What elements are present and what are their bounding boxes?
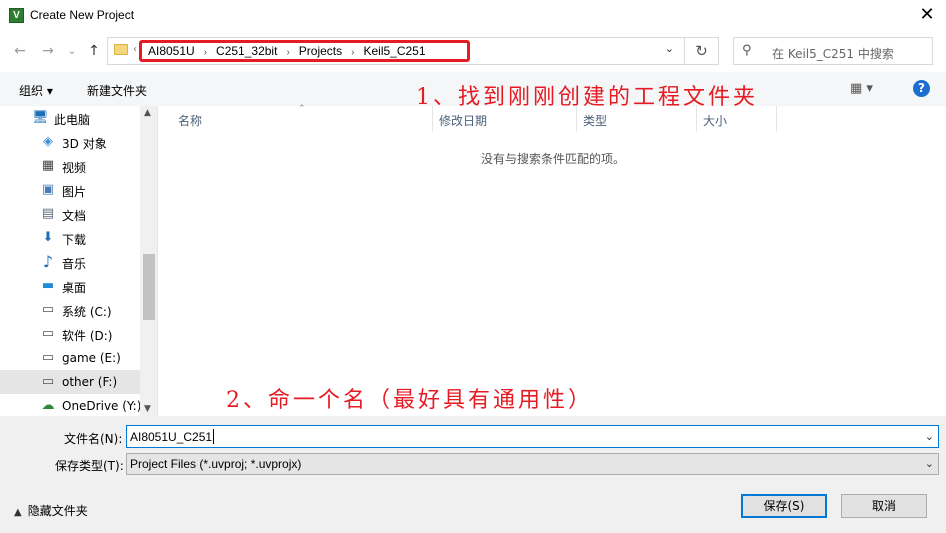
search-box[interactable]: ⚲ 在 Keil5_C251 中搜索 bbox=[733, 37, 933, 65]
sidebar-item-label: 图片 bbox=[62, 185, 87, 199]
documents-icon: ▤ bbox=[41, 206, 55, 221]
back-arrow-icon[interactable]: ← bbox=[10, 41, 30, 61]
sidebar-item-drive-d[interactable]: ▭ 软件 (D:) bbox=[0, 322, 140, 346]
file-list: ⌃ 名称 修改日期 类型 大小 没有与搜索条件匹配的项。 bbox=[158, 104, 946, 416]
sidebar-item-label: 3D 对象 bbox=[62, 137, 107, 151]
sidebar-item-this-pc[interactable]: 🖥 此电脑 bbox=[0, 106, 140, 130]
sidebar-item-desktop[interactable]: ▬ 桌面 bbox=[0, 274, 140, 298]
sidebar-item-label: 软件 (D:) bbox=[62, 329, 113, 343]
download-icon: ⬇ bbox=[42, 230, 54, 245]
sidebar-item-label: 文档 bbox=[62, 209, 87, 223]
filetype-select[interactable]: Project Files (*.uvproj; *.uvprojx) ⌄ bbox=[126, 453, 939, 475]
sidebar-item-label: 视频 bbox=[62, 161, 87, 175]
forward-arrow-icon[interactable]: → bbox=[38, 41, 58, 61]
computer-icon: 🖥 bbox=[32, 110, 49, 125]
chevron-up-icon: ▲ bbox=[14, 507, 22, 518]
keil-app-icon: V bbox=[9, 8, 24, 23]
sidebar-item-label: other (F:) bbox=[62, 375, 118, 389]
sidebar-item-label: 此电脑 bbox=[54, 113, 91, 127]
hide-folders-toggle[interactable]: ▲ 隐藏文件夹 bbox=[14, 502, 88, 519]
address-bar[interactable]: ‹ AI8051U › C251_32bit › Projects › Keil5_C251… bbox=[107, 37, 685, 65]
empty-results-message: 没有与搜索条件匹配的项。 bbox=[481, 152, 626, 166]
column-header-name[interactable]: 名称 bbox=[178, 112, 202, 129]
column-divider[interactable] bbox=[576, 106, 577, 132]
help-icon[interactable]: ? bbox=[913, 80, 930, 97]
up-arrow-icon[interactable]: ↑ bbox=[84, 41, 104, 61]
column-header-modified[interactable]: 修改日期 bbox=[439, 112, 487, 129]
save-button[interactable]: 保存(S) bbox=[741, 494, 827, 518]
sidebar-item-drive-c[interactable]: ▭ 系统 (C:) bbox=[0, 298, 140, 322]
3d-objects-icon: ◈ bbox=[43, 134, 53, 149]
scrollbar-thumb[interactable] bbox=[143, 254, 155, 320]
drive-icon: ▭ bbox=[41, 326, 55, 341]
cancel-button[interactable]: 取消 bbox=[841, 494, 927, 518]
view-options-icon[interactable]: ▦ ▾ bbox=[850, 81, 873, 96]
column-header-type[interactable]: 类型 bbox=[583, 112, 607, 129]
close-icon[interactable]: ✕ bbox=[916, 4, 938, 26]
column-header-size[interactable]: 大小 bbox=[703, 112, 727, 129]
annotation-highlight-box bbox=[139, 40, 470, 62]
breadcrumb-overflow-icon[interactable]: ‹ bbox=[133, 44, 137, 55]
folder-icon bbox=[114, 44, 128, 55]
window-title: Create New Project bbox=[30, 8, 135, 22]
column-divider[interactable] bbox=[696, 106, 697, 132]
sidebar-item-3d-objects[interactable]: ◈ 3D 对象 bbox=[0, 130, 140, 154]
scroll-up-icon[interactable]: ▲ bbox=[144, 108, 151, 118]
text-caret bbox=[213, 429, 214, 444]
sidebar-item-label: 桌面 bbox=[62, 281, 87, 295]
drive-icon: ▭ bbox=[41, 374, 55, 389]
music-icon: ♪ bbox=[42, 252, 54, 271]
filename-dropdown-icon[interactable]: ⌄ bbox=[925, 430, 934, 443]
filetype-value: Project Files (*.uvproj; *.uvprojx) bbox=[130, 457, 302, 471]
sidebar-item-videos[interactable]: ▦ 视频 bbox=[0, 154, 140, 178]
pictures-icon: ▣ bbox=[41, 182, 55, 197]
column-divider[interactable] bbox=[776, 106, 777, 132]
sidebar-item-documents[interactable]: ▤ 文档 bbox=[0, 202, 140, 226]
sidebar-item-downloads[interactable]: ⬇ 下载 bbox=[0, 226, 140, 250]
scroll-down-icon[interactable]: ▼ bbox=[144, 404, 151, 414]
search-icon: ⚲ bbox=[742, 43, 752, 58]
drive-icon: ▭ bbox=[41, 302, 55, 317]
new-folder-button[interactable]: 新建文件夹 bbox=[87, 82, 147, 99]
sidebar-item-label: 音乐 bbox=[62, 257, 87, 271]
sidebar-item-label: OneDrive (Y:) bbox=[62, 399, 142, 413]
filename-label: 文件名(N): bbox=[64, 432, 123, 446]
sidebar-item-pictures[interactable]: ▣ 图片 bbox=[0, 178, 140, 202]
recent-locations-chevron-icon[interactable]: ⌄ bbox=[62, 41, 82, 61]
sidebar-item-drive-f[interactable]: ▭ other (F:) bbox=[0, 370, 140, 394]
column-divider[interactable] bbox=[432, 106, 433, 132]
refresh-icon[interactable]: ↻ bbox=[685, 37, 719, 65]
organize-menu[interactable]: 组织 ▾ bbox=[19, 82, 53, 99]
sidebar-item-label: game (E:) bbox=[62, 351, 121, 365]
search-placeholder: 在 Keil5_C251 中搜索 bbox=[772, 47, 894, 61]
sidebar-item-drive-e[interactable]: ▭ game (E:) bbox=[0, 346, 140, 370]
annotation-step-2: 2、命一个名（最好具有通用性） bbox=[226, 388, 593, 413]
filetype-dropdown-icon[interactable]: ⌄ bbox=[925, 457, 934, 470]
address-dropdown-icon[interactable]: ⌄ bbox=[665, 42, 674, 55]
filetype-label: 保存类型(T): bbox=[55, 459, 124, 473]
desktop-icon: ▬ bbox=[41, 278, 55, 293]
navigation-pane: 🖥 此电脑 ◈ 3D 对象 ▦ 视频 ▣ 图片 ▤ 文档 ⬇ 下载 ♪ 音乐 ▬… bbox=[0, 106, 158, 416]
sidebar-scrollbar[interactable]: ▲ ▼ bbox=[140, 106, 157, 416]
filename-input[interactable]: AI8051U_C251 ⌄ bbox=[126, 425, 939, 448]
title-bar: V Create New Project ✕ bbox=[0, 0, 946, 32]
hide-folders-label: 隐藏文件夹 bbox=[27, 504, 88, 518]
sidebar-item-onedrive[interactable]: ☁ OneDrive (Y:) bbox=[0, 394, 142, 416]
sidebar-item-music[interactable]: ♪ 音乐 bbox=[0, 250, 140, 274]
save-options-panel: 文件名(N): AI8051U_C251 ⌄ 保存类型(T): Project … bbox=[0, 416, 946, 533]
video-icon: ▦ bbox=[41, 158, 55, 173]
sort-ascending-icon: ⌃ bbox=[298, 104, 306, 114]
drive-icon: ▭ bbox=[41, 350, 55, 365]
navigation-bar: ← → ⌄ ↑ ‹ AI8051U › C251_32bit › Projects › Ke… bbox=[0, 32, 946, 72]
sidebar-item-label: 系统 (C:) bbox=[62, 305, 112, 319]
sidebar-item-label: 下载 bbox=[62, 233, 87, 247]
onedrive-icon: ☁ bbox=[41, 398, 55, 413]
filename-value: AI8051U_C251 bbox=[130, 430, 213, 444]
